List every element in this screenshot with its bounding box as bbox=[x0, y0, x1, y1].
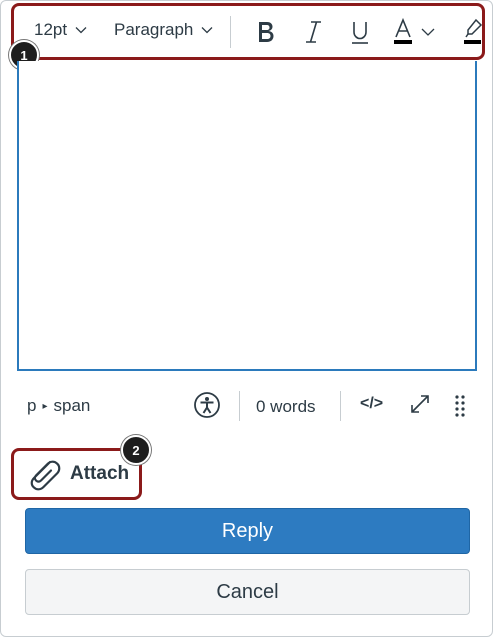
reply-composer: 12pt Paragraph 1 p ▸ span 0 words </> At… bbox=[0, 0, 493, 637]
italic-button[interactable] bbox=[299, 15, 327, 49]
underline-icon bbox=[352, 22, 368, 44]
chevron-down-icon bbox=[75, 27, 87, 34]
chevron-down-icon bbox=[421, 28, 435, 36]
resize-grip-icon[interactable] bbox=[453, 393, 467, 419]
highlight-color-button[interactable] bbox=[459, 15, 485, 49]
editor-status-bar: p ▸ span 0 words </> bbox=[17, 385, 477, 429]
block-format-dropdown[interactable]: Paragraph bbox=[114, 20, 213, 40]
italic-icon bbox=[306, 21, 321, 43]
html-editor-toggle[interactable]: </> bbox=[360, 395, 383, 413]
text-color-icon bbox=[394, 18, 412, 44]
text-color-menu-button[interactable] bbox=[420, 19, 436, 45]
underline-button[interactable] bbox=[346, 15, 374, 49]
font-size-dropdown[interactable]: 12pt bbox=[34, 20, 87, 40]
chevron-down-icon bbox=[201, 27, 213, 34]
paperclip-icon bbox=[30, 460, 61, 491]
status-divider bbox=[239, 391, 240, 421]
callout-badge-2: 2 bbox=[121, 435, 151, 465]
reply-button[interactable]: Reply bbox=[25, 508, 470, 554]
element-path: p ▸ span bbox=[27, 396, 90, 416]
editor-toolbar: 12pt Paragraph bbox=[11, 3, 485, 60]
path-separator-icon: ▸ bbox=[42, 400, 48, 412]
element-path-p[interactable]: p bbox=[27, 396, 36, 416]
bold-icon bbox=[259, 22, 274, 42]
accessibility-icon[interactable] bbox=[193, 391, 221, 419]
cancel-button[interactable]: Cancel bbox=[25, 569, 470, 615]
highlight-icon bbox=[464, 18, 483, 44]
rich-text-editor-area[interactable] bbox=[17, 61, 477, 371]
word-count[interactable]: 0 words bbox=[256, 397, 316, 417]
status-divider bbox=[340, 391, 341, 421]
block-format-value: Paragraph bbox=[114, 20, 194, 39]
font-size-value: 12pt bbox=[34, 20, 68, 39]
text-color-button[interactable] bbox=[390, 15, 416, 49]
fullscreen-icon[interactable] bbox=[409, 393, 431, 415]
toolbar-divider bbox=[230, 16, 231, 48]
attach-label: Attach bbox=[70, 463, 130, 484]
element-path-span[interactable]: span bbox=[54, 396, 91, 416]
bold-button[interactable] bbox=[252, 15, 280, 49]
